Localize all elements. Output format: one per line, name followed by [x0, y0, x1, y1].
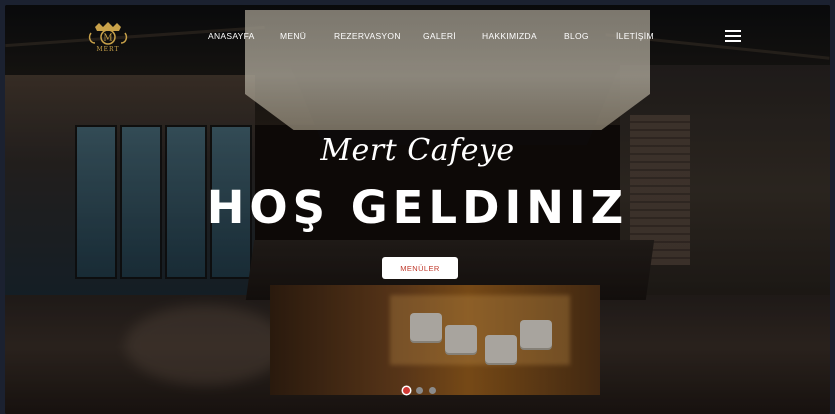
menus-button[interactable]: MENÜLER — [382, 257, 458, 279]
hero-section: M MERT ANASAYFA MENÜ REZERVASYON GALERİ … — [5, 5, 830, 414]
nav-item-rezervasyon[interactable]: REZERVASYON — [334, 31, 401, 41]
logo-monogram: M — [103, 34, 112, 44]
nav-item-menu[interactable]: MENÜ — [280, 31, 306, 41]
slider-dot-2[interactable] — [416, 387, 423, 394]
nav-item-blog[interactable]: BLOG — [564, 31, 589, 41]
crest-icon: M MERT — [88, 22, 128, 53]
hamburger-icon[interactable] — [725, 30, 741, 42]
nav-item-anasayfa[interactable]: ANASAYFA — [208, 31, 255, 41]
nav-item-hakkimizda[interactable]: HAKKIMIZDA — [482, 31, 537, 41]
hero-subtitle: Mert Cafeye — [320, 133, 515, 168]
hero-title: HOŞ GELDINIZ — [206, 181, 629, 234]
nav-item-galeri[interactable]: GALERİ — [423, 31, 456, 41]
slider-dot-3[interactable] — [429, 387, 436, 394]
nav-item-iletisim[interactable]: İLETİŞİM — [616, 31, 654, 41]
logo-text: MERT — [97, 46, 120, 53]
slider-dot-1[interactable] — [403, 387, 410, 394]
brand-logo[interactable]: M MERT — [87, 21, 129, 53]
